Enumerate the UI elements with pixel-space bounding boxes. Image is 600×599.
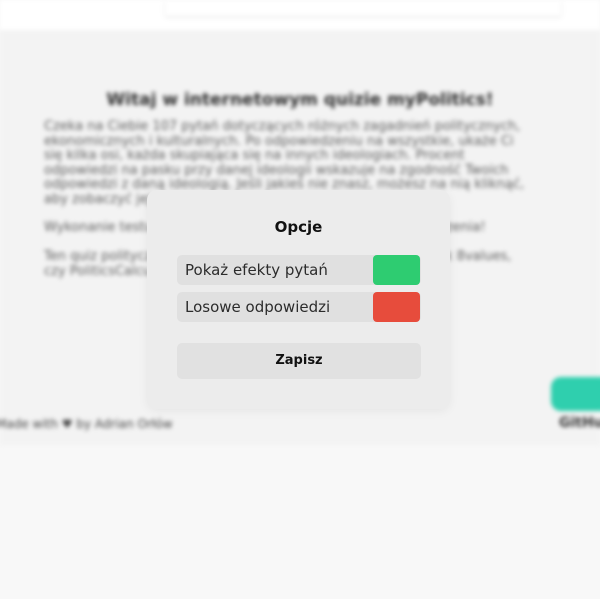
modal-title: Opcje: [274, 218, 323, 236]
footer-credit: Made with ♥ by Adrian Orłów: [0, 417, 173, 431]
github-link[interactable]: GitHub: [559, 415, 600, 431]
options-modal: Opcje Pokaż efekty pytań Losowe odpowied…: [147, 190, 450, 409]
start-button[interactable]: [551, 377, 600, 411]
toggle-on[interactable]: [373, 255, 420, 285]
option-label: Pokaż efekty pytań: [185, 261, 328, 279]
welcome-title: Witaj w internetowym quizie myPolitics!: [106, 90, 494, 110]
option-label: Losowe odpowiedzi: [185, 298, 331, 316]
toggle-off[interactable]: [373, 292, 420, 322]
option-random-answers[interactable]: Losowe odpowiedzi: [177, 292, 421, 322]
option-show-question-effects[interactable]: Pokaż efekty pytań: [177, 255, 421, 285]
top-card: [165, 0, 561, 16]
save-button[interactable]: Zapisz: [177, 343, 421, 379]
